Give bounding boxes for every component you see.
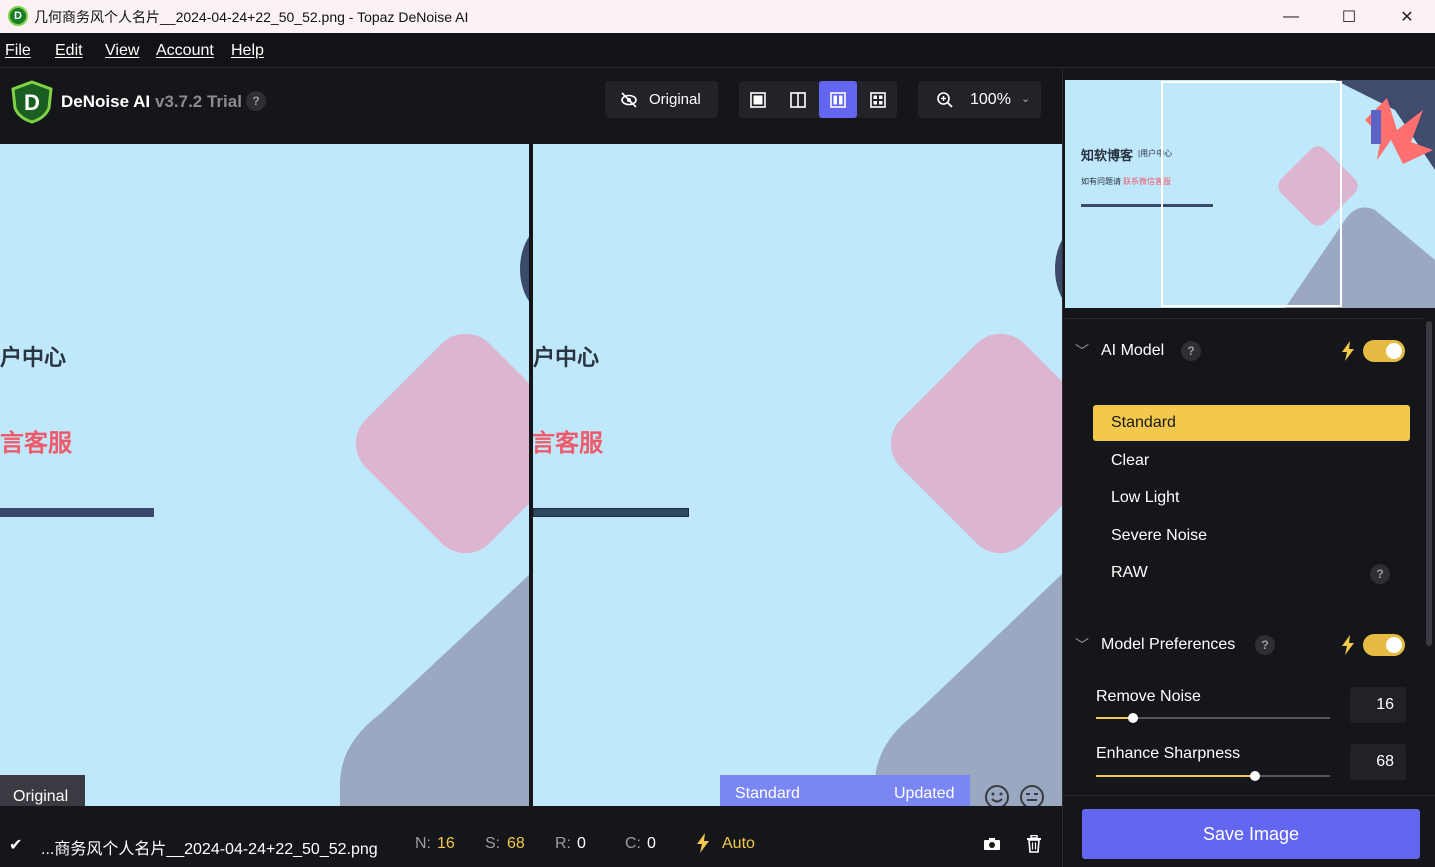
ai-model-auto-toggle[interactable] (1363, 340, 1405, 362)
toolbar: D DeNoise AI v3.7.2 Trial ? Original 100… (0, 69, 1062, 144)
app-logo-icon: D (8, 6, 28, 26)
card-text-user-center: 户中心 (0, 345, 67, 370)
model-preferences-help-icon[interactable]: ? (1255, 635, 1275, 655)
status-s-value: 68 (507, 835, 525, 852)
view-side-by-side-button[interactable] (819, 81, 857, 118)
ai-model-collapse-icon[interactable]: ﹀ (1075, 341, 1089, 361)
status-n-label: N: (415, 835, 431, 852)
model-option-standard[interactable]: Standard (1093, 405, 1410, 441)
menu-view[interactable]: View (105, 42, 139, 60)
zoom-control[interactable]: 100% ⌄ (918, 81, 1041, 118)
status-r-label: R: (555, 835, 571, 852)
status-filename: ...商务风个人名片__2024-04-24+22_50_52.png (41, 841, 378, 858)
menu-edit[interactable]: Edit (55, 42, 83, 60)
remove-noise-slider-handle[interactable] (1128, 713, 1138, 723)
split-view-icon (790, 92, 806, 108)
lightning-icon (1342, 635, 1354, 655)
card-underline (0, 508, 154, 517)
enhance-sharpness-fill (1096, 775, 1255, 777)
ai-model-title: AI Model (1101, 342, 1165, 359)
remove-noise-label: Remove Noise (1096, 688, 1201, 705)
check-icon[interactable]: ✔ (9, 835, 22, 855)
app-name: DeNoise AI (61, 92, 151, 111)
denoise-logo-icon: D (11, 80, 53, 124)
grid-view-icon (870, 92, 886, 108)
processed-pane-tag[interactable]: Standard Updated (720, 775, 970, 806)
view-mode-group (739, 81, 897, 118)
view-split-button[interactable] (779, 81, 817, 118)
close-button[interactable]: ✕ (1378, 0, 1435, 33)
original-pane-tag: Original (0, 775, 85, 806)
enhance-sharpness-slider-handle[interactable] (1250, 771, 1260, 781)
slate-shape (340, 574, 530, 806)
navigator-preview[interactable]: 知软博客 |用户中心 如有问题请 联系微信客服 (1065, 80, 1435, 308)
processed-pane[interactable]: 户中心 言客服 (533, 144, 1062, 806)
status-s-label: S: (485, 835, 501, 852)
model-tag-label: Standard (735, 785, 800, 802)
model-preferences-auto-toggle[interactable] (1363, 634, 1405, 656)
side-by-side-icon (830, 92, 846, 108)
remove-noise-input[interactable]: 16 (1350, 687, 1406, 723)
title-bar: D 几何商务风个人名片__2024-04-24+22_50_52.png - T… (0, 0, 1435, 33)
window-title: 几何商务风个人名片__2024-04-24+22_50_52.png - Top… (34, 9, 469, 25)
enhance-sharpness-label: Enhance Sharpness (1096, 745, 1241, 762)
status-c-label: C: (625, 835, 641, 852)
preview-text-contact: 如有问题请 (1081, 177, 1121, 186)
maximize-button[interactable]: ☐ (1320, 0, 1378, 33)
zoom-value: 100% (970, 91, 1011, 108)
updated-tag-label: Updated (894, 785, 955, 802)
model-option-clear[interactable]: Clear (1093, 443, 1410, 479)
model-option-raw[interactable]: RAW (1093, 555, 1410, 591)
split-divider[interactable] (529, 144, 533, 806)
view-single-button[interactable] (739, 81, 777, 118)
preview-text-title: 知软博客 (1081, 148, 1134, 163)
trash-icon[interactable] (1026, 835, 1042, 853)
card-underline (533, 508, 689, 517)
status-mode: Auto (722, 835, 755, 852)
view-grid-button[interactable] (859, 81, 897, 118)
menu-help[interactable]: Help (231, 42, 264, 60)
enhance-sharpness-input[interactable]: 68 (1350, 744, 1406, 780)
save-image-button[interactable]: Save Image (1082, 809, 1420, 859)
panel-divider (1065, 318, 1423, 319)
original-toggle-label: Original (649, 91, 701, 108)
slate-shape (875, 574, 1062, 806)
menu-account[interactable]: Account (156, 42, 214, 60)
right-panel: 知软博客 |用户中心 如有问题请 联系微信客服 ﹀ AI Model ? Sta… (1062, 69, 1435, 867)
lightning-icon (1342, 341, 1354, 361)
card-text-user-center: 户中心 (533, 345, 600, 370)
model-option-severe-noise[interactable]: Severe Noise (1093, 518, 1410, 554)
happy-face-icon[interactable] (984, 784, 1010, 806)
viewport-rectangle[interactable] (1161, 81, 1342, 307)
menu-bar: File Edit View Account Help (0, 33, 1435, 68)
app-help-icon[interactable]: ? (246, 91, 266, 111)
model-preferences-collapse-icon[interactable]: ﹀ (1075, 635, 1089, 655)
model-preferences-title: Model Preferences (1101, 636, 1236, 653)
neutral-face-icon[interactable] (1019, 784, 1045, 806)
panel-divider (1063, 795, 1435, 796)
minimize-button[interactable]: — (1262, 0, 1320, 33)
status-bar: ✔ ...商务风个人名片__2024-04-24+22_50_52.png N:… (0, 806, 1062, 867)
chevron-down-icon: ⌄ (1021, 93, 1031, 105)
panel-scrollbar[interactable] (1426, 321, 1432, 646)
svg-text:D: D (24, 90, 40, 115)
status-n-value: 16 (437, 835, 455, 852)
raw-help-icon[interactable]: ? (1370, 564, 1390, 584)
lightning-icon (697, 833, 709, 853)
card-text-service: 言客服 (0, 430, 72, 457)
menu-file[interactable]: File (5, 42, 31, 60)
status-c-value: 0 (647, 835, 656, 852)
card-text-service: 言客服 (533, 430, 603, 457)
camera-icon[interactable] (983, 837, 1001, 851)
eye-off-icon (621, 92, 637, 108)
original-toggle-button[interactable]: Original (605, 81, 718, 118)
zoom-icon (937, 92, 953, 108)
original-pane[interactable]: 户中心 言客服 (0, 144, 530, 806)
ai-model-help-icon[interactable]: ? (1181, 341, 1201, 361)
app-version: v3.7.2 Trial (155, 92, 242, 111)
single-view-icon (750, 92, 766, 108)
status-r-value: 0 (577, 835, 586, 852)
model-option-low-light[interactable]: Low Light (1093, 480, 1410, 516)
